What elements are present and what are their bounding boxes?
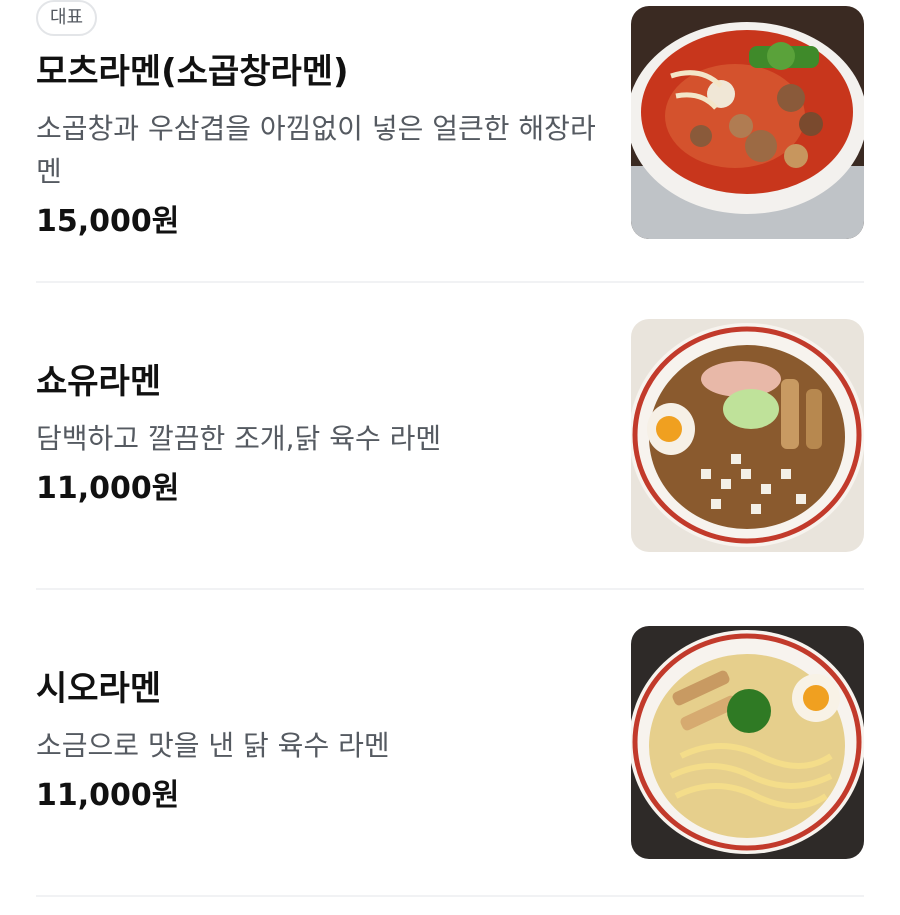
- shoyu-ramen-bowl-image: [631, 319, 864, 552]
- divider: [36, 588, 864, 590]
- signature-badge: 대표: [36, 0, 98, 36]
- menu-item-shoyu-ramen[interactable]: 쇼유라멘 담백하고 깔끔한 조개,닭 육수 라멘 11,000원: [36, 284, 864, 587]
- spicy-ramen-bowl-image: [631, 6, 864, 239]
- menu-item-description: 소금으로 맛을 낸 닭 육수 라멘: [36, 729, 390, 762]
- menu-item-name: 시오라멘: [36, 669, 162, 709]
- divider: [36, 895, 864, 897]
- menu-item-photo: [631, 626, 864, 859]
- menu-item-description: 담백하고 깔끔한 조개,닭 육수 라멘: [36, 422, 442, 455]
- divider: [36, 281, 864, 283]
- menu-item-shio-ramen[interactable]: 시오라멘 소금으로 맛을 낸 닭 육수 라멘 11,000원: [36, 591, 864, 894]
- menu-item-photo: [631, 6, 864, 239]
- menu-item-motsu-ramen[interactable]: 대표 모츠라멘(소곱창라멘) 소곱창과 우삼겹을 아낌없이 넣은 얼큰한 해장라…: [36, 0, 864, 282]
- shio-ramen-bowl-image: [631, 626, 864, 859]
- menu-item-price: 11,000원: [36, 778, 180, 813]
- menu-item-photo: [631, 319, 864, 552]
- menu-item-price: 15,000원: [36, 204, 180, 239]
- menu-item-name: 쇼유라멘: [36, 362, 162, 402]
- menu-item-description: 소곱창과 우삼겹을 아낌없이 넣은 얼큰한 해장라멘: [36, 112, 596, 188]
- menu-item-name: 모츠라멘(소곱창라멘): [36, 52, 349, 92]
- menu-item-price: 11,000원: [36, 471, 180, 506]
